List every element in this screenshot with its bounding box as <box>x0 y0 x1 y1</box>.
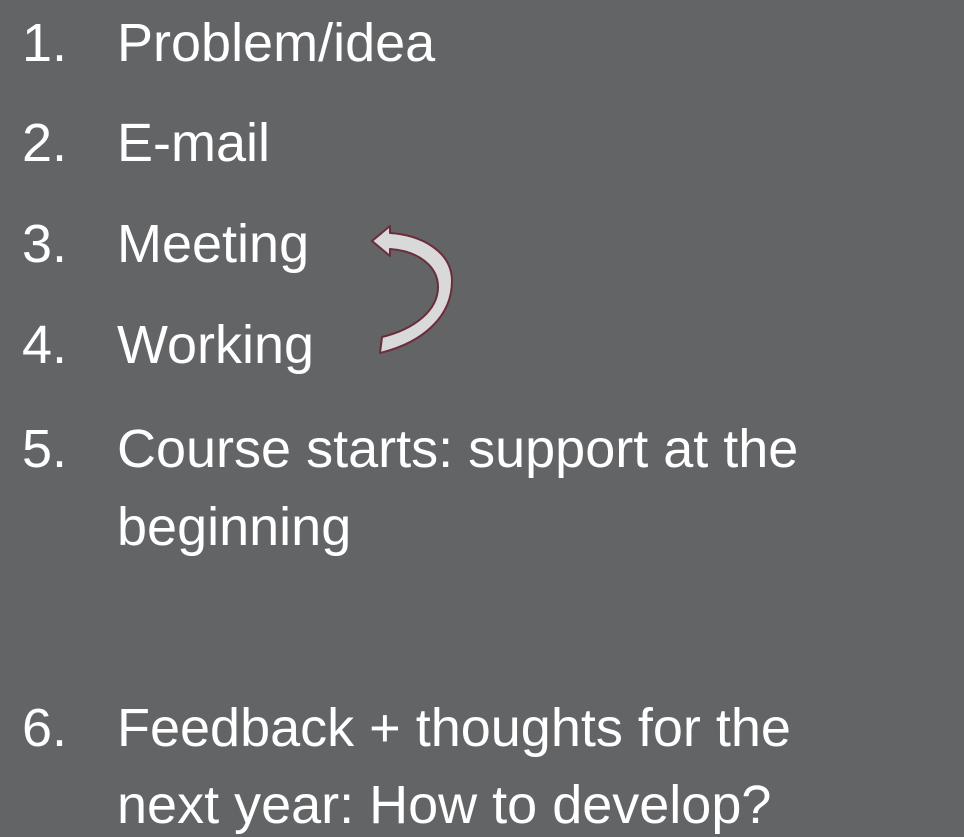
step-5-text-line-1: Course starts: support at the <box>117 419 799 479</box>
step-6-text-line-2: next year: How to develop? <box>117 775 772 835</box>
step-3-text: Meeting <box>117 214 310 274</box>
step-3-number: 3. <box>22 214 68 274</box>
step-4-text: Working <box>117 315 315 375</box>
step-5-text-line-2: beginning <box>117 497 352 557</box>
step-6-text-line-1: Feedback + thoughts for the <box>117 698 791 758</box>
step-1-text: Problem/idea <box>117 13 436 73</box>
step-5-number: 5. <box>22 419 68 479</box>
slide: 1. Problem/idea 2. E-mail 3. Meeting 4. … <box>0 0 964 837</box>
step-2-number: 2. <box>22 113 68 173</box>
step-2-text: E-mail <box>117 113 271 173</box>
loop-arrow-shape <box>371 225 453 354</box>
step-1-number: 1. <box>22 13 68 73</box>
step-4-number: 4. <box>22 315 68 375</box>
step-6-number: 6. <box>22 698 68 758</box>
